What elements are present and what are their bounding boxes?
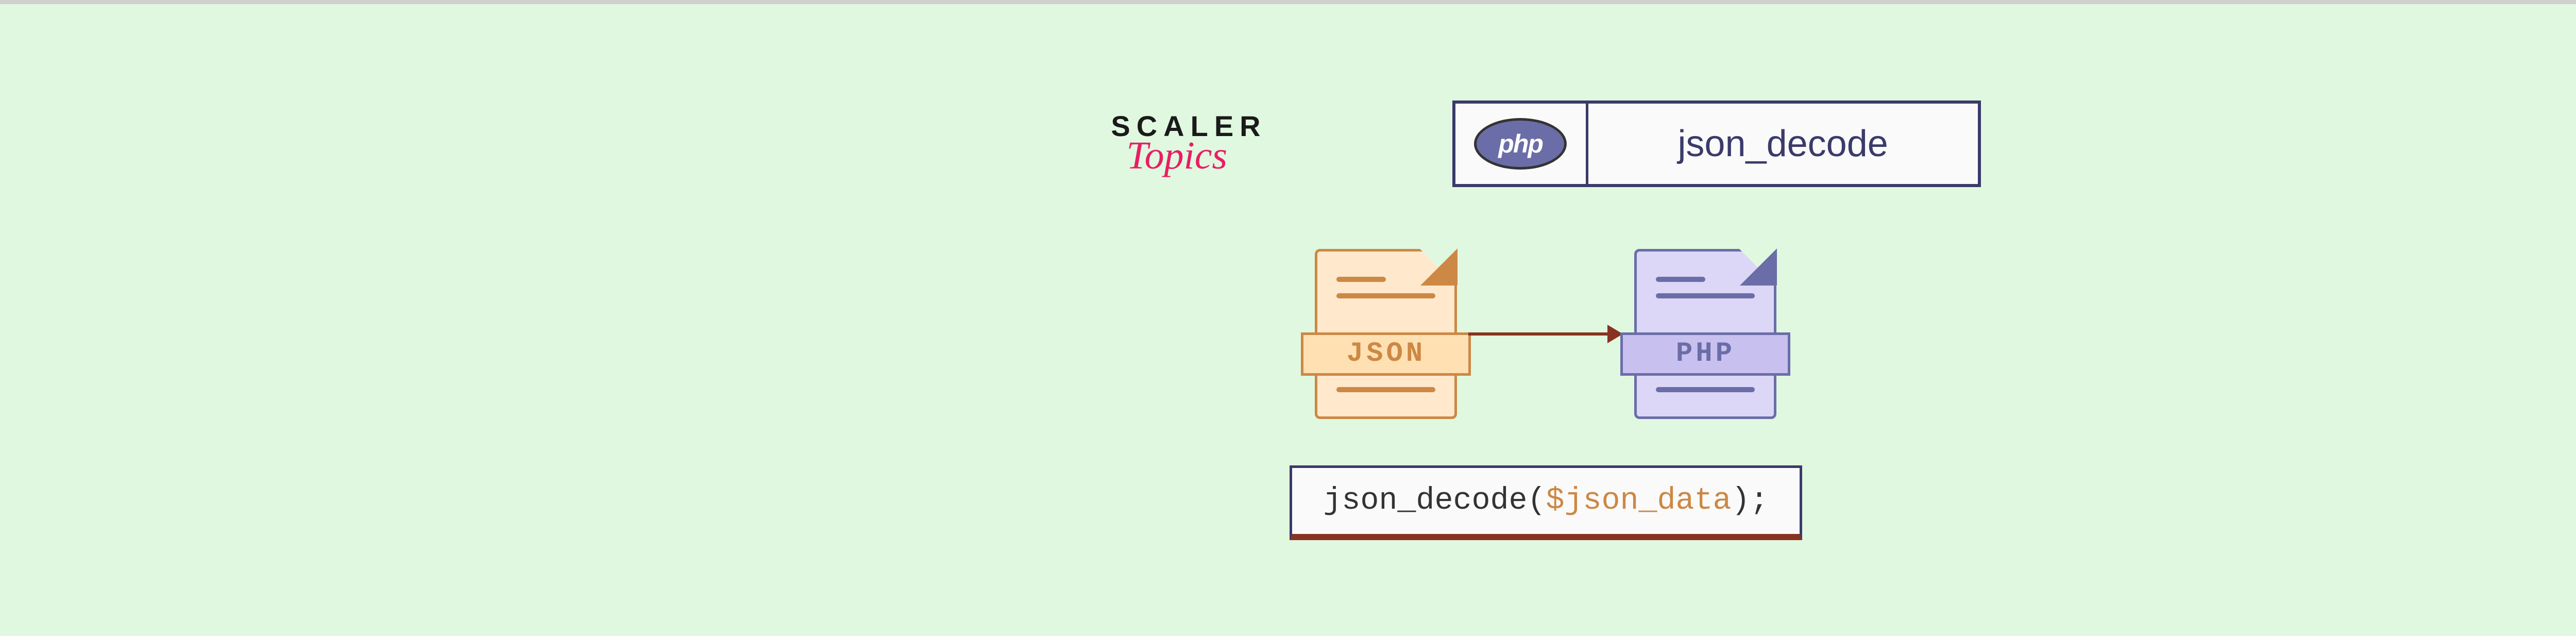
- arrow-icon: [1468, 332, 1623, 336]
- code-paren-open: (: [1527, 483, 1546, 518]
- json-file-icon: JSON: [1301, 249, 1471, 419]
- php-badge: php: [1455, 104, 1588, 184]
- php-label: PHP: [1620, 332, 1790, 376]
- scaler-topics-logo: SCALER Topics: [1111, 109, 1266, 178]
- php-badge-label: php: [1498, 129, 1543, 159]
- code-function-name: json_decode: [1323, 483, 1527, 518]
- code-variable: $json_data: [1546, 483, 1732, 518]
- php-file-icon: PHP: [1620, 249, 1790, 419]
- code-example: json_decode($json_data);: [1290, 465, 1802, 540]
- diagram-container: SCALER Topics php json_decode JSON: [1111, 101, 1980, 540]
- php-oval-icon: php: [1474, 118, 1567, 170]
- json-label: JSON: [1301, 332, 1471, 376]
- code-paren-close: );: [1732, 483, 1769, 518]
- conversion-diagram: JSON PHP: [1301, 249, 1790, 419]
- logo-line2: Topics: [1126, 133, 1227, 178]
- function-name-label: json_decode: [1588, 104, 1978, 184]
- top-row: SCALER Topics php json_decode: [1111, 101, 1980, 187]
- function-header-box: php json_decode: [1452, 101, 1981, 187]
